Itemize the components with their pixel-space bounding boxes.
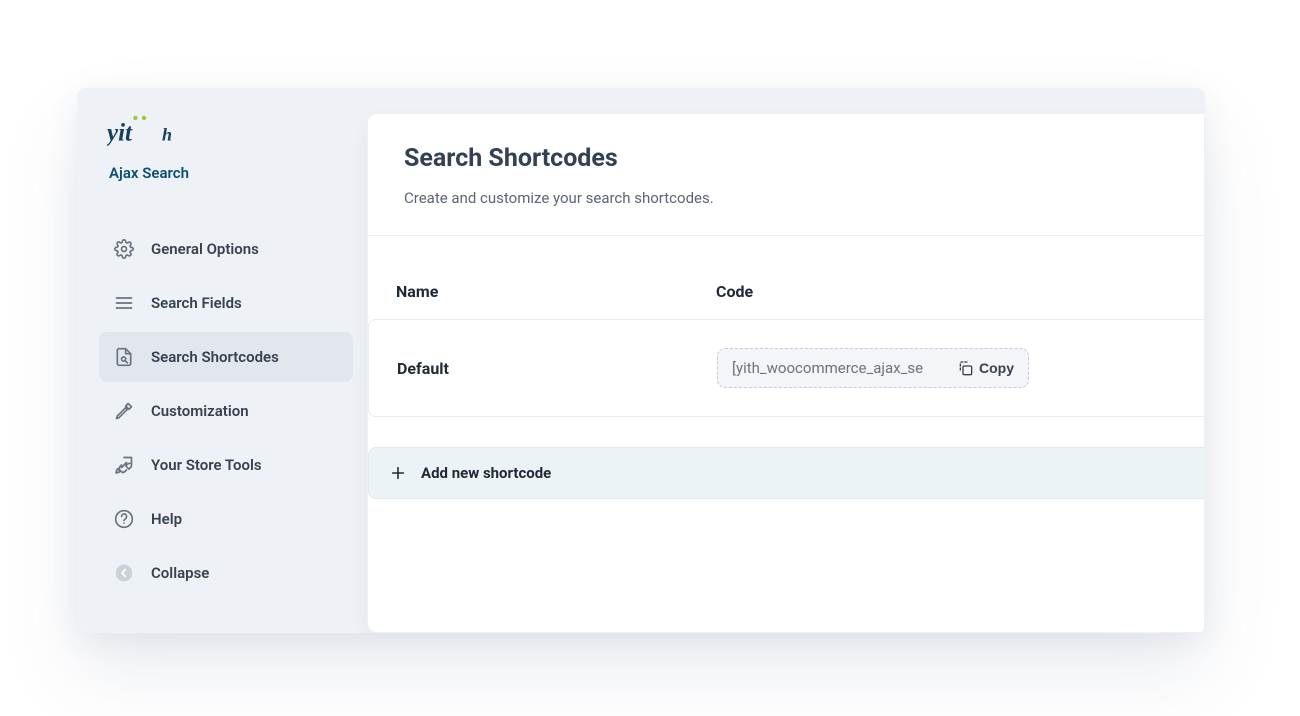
shortcode-box: Copy [717,348,1029,388]
sidebar-nav: General Options Search Fields Search Sho… [99,224,353,598]
sidebar-item-general-options[interactable]: General Options [99,224,353,274]
copy-button-label: Copy [979,360,1014,376]
collapse-left-icon [113,562,135,584]
brand-subtitle: Ajax Search [107,164,353,182]
add-new-shortcode-button[interactable]: Add new shortcode [368,447,1204,499]
main-area: Search Shortcodes Create and customize y… [367,88,1205,633]
sidebar-item-label: Search Shortcodes [151,348,279,366]
panel-header: Search Shortcodes Create and customize y… [368,114,1204,236]
gear-icon [113,238,135,260]
column-header-name: Name [396,282,716,301]
copy-button[interactable]: Copy [957,360,1014,376]
copy-icon [957,360,973,376]
sidebar-item-label: Help [151,510,182,528]
sidebar-item-customization[interactable]: Customization [99,386,353,436]
sidebar: yit h Ajax Search General Options Search [77,88,367,633]
sidebar-item-search-fields[interactable]: Search Fields [99,278,353,328]
sidebar-item-label: Search Fields [151,294,242,312]
sidebar-item-help[interactable]: Help [99,494,353,544]
list-icon [113,292,135,314]
file-search-icon [113,346,135,368]
sidebar-item-label: Your Store Tools [151,456,262,474]
column-header-code: Code [716,282,1176,301]
brand-block: yit h Ajax Search [99,112,353,182]
add-button-label: Add new shortcode [421,464,551,482]
yith-logo: yit h [107,112,193,154]
content-panel: Search Shortcodes Create and customize y… [367,113,1205,633]
sidebar-item-collapse[interactable]: Collapse [99,548,353,598]
eyedropper-icon [113,400,135,422]
sidebar-item-label: Collapse [151,564,209,582]
help-icon [113,508,135,530]
sidebar-item-label: Customization [151,402,249,420]
table-row: Default Copy [368,319,1204,417]
app-frame: yit h Ajax Search General Options Search [77,88,1205,633]
plus-icon [389,464,407,482]
sidebar-item-search-shortcodes[interactable]: Search Shortcodes [99,332,353,382]
panel-body: Name Code Default [368,236,1204,529]
table-header-row: Name Code [368,264,1204,319]
rocket-icon [113,454,135,476]
shortcode-input[interactable] [732,359,947,377]
row-code-cell: Copy [717,348,1176,388]
svg-text:yit: yit [107,119,133,146]
svg-text:h: h [162,124,172,144]
page-title: Search Shortcodes [404,144,1168,173]
sidebar-item-store-tools[interactable]: Your Store Tools [99,440,353,490]
row-name-cell: Default [397,359,717,378]
page-subtitle: Create and customize your search shortco… [404,189,1168,207]
sidebar-item-label: General Options [151,240,259,258]
